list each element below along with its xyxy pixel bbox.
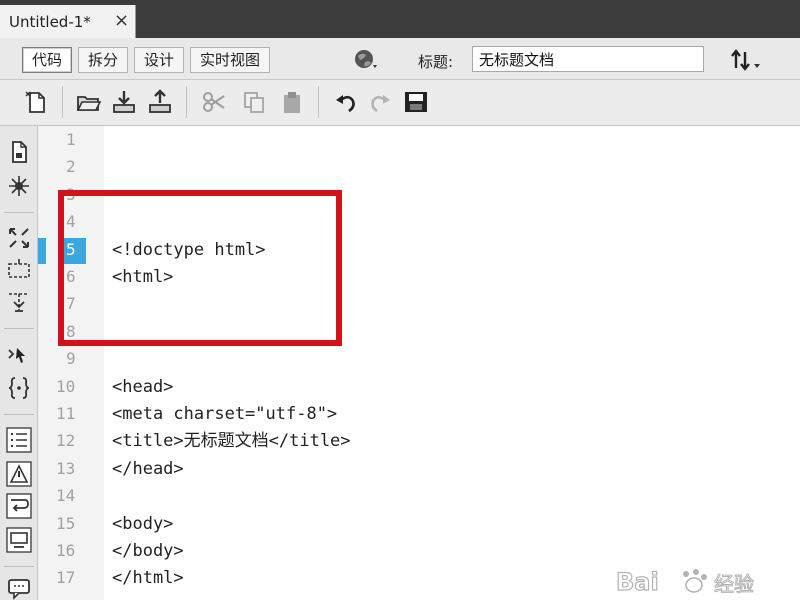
select-parent-icon[interactable]	[5, 340, 33, 368]
svg-text:经验: 经验	[714, 572, 754, 596]
line-numbers-icon[interactable]	[5, 426, 33, 454]
line-number: 14	[56, 486, 76, 506]
get-file-icon[interactable]	[110, 88, 138, 116]
new-document-icon[interactable]	[22, 88, 50, 116]
code-line: <title>无标题文档</title>	[112, 431, 351, 452]
code-line: <meta charset="utf-8">	[112, 404, 338, 424]
highlight-invalid-icon[interactable]	[5, 460, 33, 488]
line-number: 12	[56, 431, 76, 451]
toolbar-divider	[62, 86, 63, 118]
split-view-button[interactable]: 拆分	[78, 47, 129, 73]
current-line-marker	[38, 238, 46, 264]
document-tab[interactable]: Untitled-1* ×	[0, 5, 136, 38]
line-number: 11	[56, 404, 76, 423]
sidebar-divider	[4, 212, 34, 213]
expand-icon[interactable]	[5, 224, 33, 252]
code-line: </html>	[112, 568, 184, 589]
code-line: <head>	[112, 376, 174, 397]
design-view-button[interactable]: 设计	[134, 47, 185, 73]
copy-icon[interactable]	[240, 88, 268, 116]
code-line: </body>	[112, 541, 184, 561]
sidebar-divider	[4, 566, 34, 567]
live-view-button[interactable]: 实时视图	[190, 47, 271, 73]
line-number: 10	[56, 376, 76, 396]
line-number: 9	[66, 349, 76, 369]
code-view-button[interactable]: 代码	[22, 47, 73, 73]
line-number: 17	[56, 568, 76, 588]
line-number: 1	[66, 130, 76, 149]
cut-icon[interactable]	[200, 88, 228, 116]
sidebar-divider	[4, 328, 34, 329]
syntax-color-icon[interactable]	[5, 526, 33, 554]
word-wrap-icon[interactable]	[5, 492, 33, 520]
document-tab-bar: Untitled-1* ×	[0, 0, 800, 38]
collapse-icon[interactable]	[5, 288, 33, 316]
document-title-input[interactable]	[472, 46, 704, 72]
line-number: 15	[56, 513, 76, 533]
redo-icon[interactable]	[366, 88, 394, 116]
baidu-watermark-logo: Bai 经验	[614, 566, 774, 596]
snippet-icon[interactable]	[5, 172, 33, 200]
view-toolbar: 代码 拆分 设计 实时视图 标题:	[0, 38, 800, 80]
toolbar-divider	[318, 86, 319, 118]
line-number: 16	[56, 541, 76, 560]
tab-title: Untitled-1*	[9, 13, 91, 31]
document-title-label: 标题:	[418, 53, 454, 71]
open-folder-icon[interactable]	[74, 88, 102, 116]
svg-text:Bai: Bai	[616, 568, 659, 596]
comment-icon[interactable]	[5, 574, 33, 602]
select-block-icon[interactable]	[5, 256, 33, 284]
document-icon[interactable]	[5, 138, 33, 166]
coding-toolbar	[0, 126, 38, 600]
toolbar-divider	[186, 86, 187, 118]
action-toolbar	[0, 80, 800, 126]
file-management-icon[interactable]	[728, 48, 762, 72]
close-icon[interactable]: ×	[114, 10, 129, 31]
save-icon[interactable]	[402, 88, 430, 116]
preview-in-browser-icon[interactable]	[352, 47, 380, 73]
annotation-highlight-box	[58, 190, 342, 346]
code-line: </head>	[112, 458, 184, 479]
code-line: <body>	[112, 513, 174, 534]
put-file-icon[interactable]	[146, 88, 174, 116]
balance-braces-icon[interactable]	[5, 374, 33, 402]
undo-icon[interactable]	[332, 88, 360, 116]
line-number: 2	[66, 157, 76, 177]
line-number: 13	[56, 458, 76, 478]
view-mode-buttons: 代码 拆分 设计 实时视图	[22, 47, 276, 73]
paste-icon[interactable]	[278, 88, 306, 116]
sidebar-divider	[4, 414, 34, 415]
